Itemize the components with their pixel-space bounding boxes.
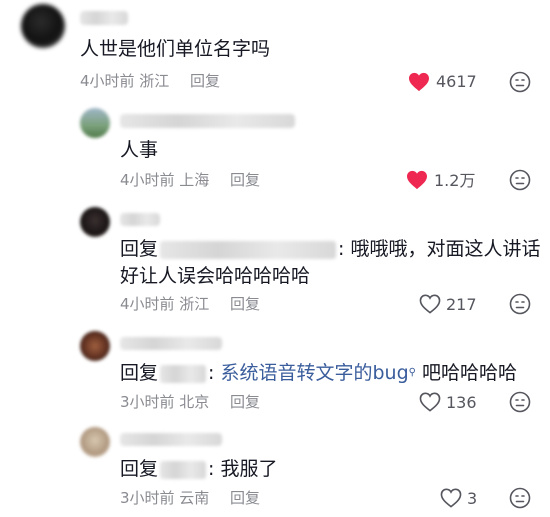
dislike-face-icon[interactable] xyxy=(509,487,531,509)
like-count: 136 xyxy=(446,393,477,412)
avatar[interactable] xyxy=(80,207,110,237)
avatar[interactable] xyxy=(80,108,110,138)
dislike-face-icon[interactable] xyxy=(509,293,531,315)
mentioned-user-blurred[interactable] xyxy=(160,364,207,383)
dislike-face-icon[interactable] xyxy=(509,391,531,413)
reply-button[interactable]: 回复 xyxy=(230,392,260,412)
comment-text: 回复: 系统语音转文字的bug⚲ 吧哈哈哈哈 xyxy=(120,360,517,386)
username-blurred[interactable] xyxy=(80,11,128,25)
comment-text: 回复 : 我服了 xyxy=(120,456,277,482)
reply-button[interactable]: 回复 xyxy=(230,488,260,508)
comment-text-after: 吧哈哈哈哈 xyxy=(415,362,518,384)
reply-prefix: 回复 xyxy=(120,362,159,384)
mentioned-user-blurred[interactable] xyxy=(160,240,337,259)
username-blurred[interactable] xyxy=(120,114,295,128)
comment-text: 回复 : 哦哦哦，对面这人讲话 xyxy=(120,236,540,262)
mentioned-user-blurred[interactable] xyxy=(160,460,207,479)
comment-meta: 3小时前 云南 xyxy=(120,489,210,507)
heart-filled-icon[interactable] xyxy=(408,72,430,92)
comment-text-after: : 哦哦哦，对面这人讲话 xyxy=(338,238,541,260)
heart-outline-icon[interactable] xyxy=(419,392,441,412)
dislike-face-icon[interactable] xyxy=(509,71,531,93)
like-count: 4617 xyxy=(436,72,477,91)
like-count: 1.2万 xyxy=(434,171,476,190)
comment-meta: 4小时前 上海 xyxy=(120,171,210,189)
comment-meta: 3小时前 北京 xyxy=(120,393,210,411)
comment-text-line2: 好让人误会哈哈哈哈哈 xyxy=(120,265,311,287)
comment-text: 人世是他们单位名字吗 xyxy=(80,38,271,60)
heart-outline-icon[interactable] xyxy=(440,488,462,508)
comment-colon: : xyxy=(208,362,221,384)
reply-button[interactable]: 回复 xyxy=(230,294,260,314)
reply-button[interactable]: 回复 xyxy=(230,170,260,190)
username-blurred[interactable] xyxy=(120,433,222,446)
search-icon[interactable]: ⚲ xyxy=(409,367,416,378)
comment-meta: 4小时前 浙江 xyxy=(80,72,170,90)
avatar[interactable] xyxy=(80,427,110,457)
reply-prefix: 回复 xyxy=(120,238,159,260)
search-link[interactable]: 系统语音转文字的bug xyxy=(220,362,408,384)
comment-text: 人事 xyxy=(120,139,159,161)
username-blurred[interactable] xyxy=(120,337,222,350)
avatar[interactable] xyxy=(80,331,110,361)
heart-filled-icon[interactable] xyxy=(406,170,428,190)
heart-outline-icon[interactable] xyxy=(419,294,441,314)
dislike-face-icon[interactable] xyxy=(509,169,531,191)
like-count: 3 xyxy=(467,489,478,508)
like-count: 217 xyxy=(446,295,477,314)
username-blurred[interactable] xyxy=(120,213,160,226)
reply-prefix: 回复 xyxy=(120,458,159,480)
reply-button[interactable]: 回复 xyxy=(190,71,220,91)
comment-text-after: : 我服了 xyxy=(208,458,278,480)
comment-meta: 4小时前 浙江 xyxy=(120,295,210,313)
avatar[interactable] xyxy=(21,4,65,48)
